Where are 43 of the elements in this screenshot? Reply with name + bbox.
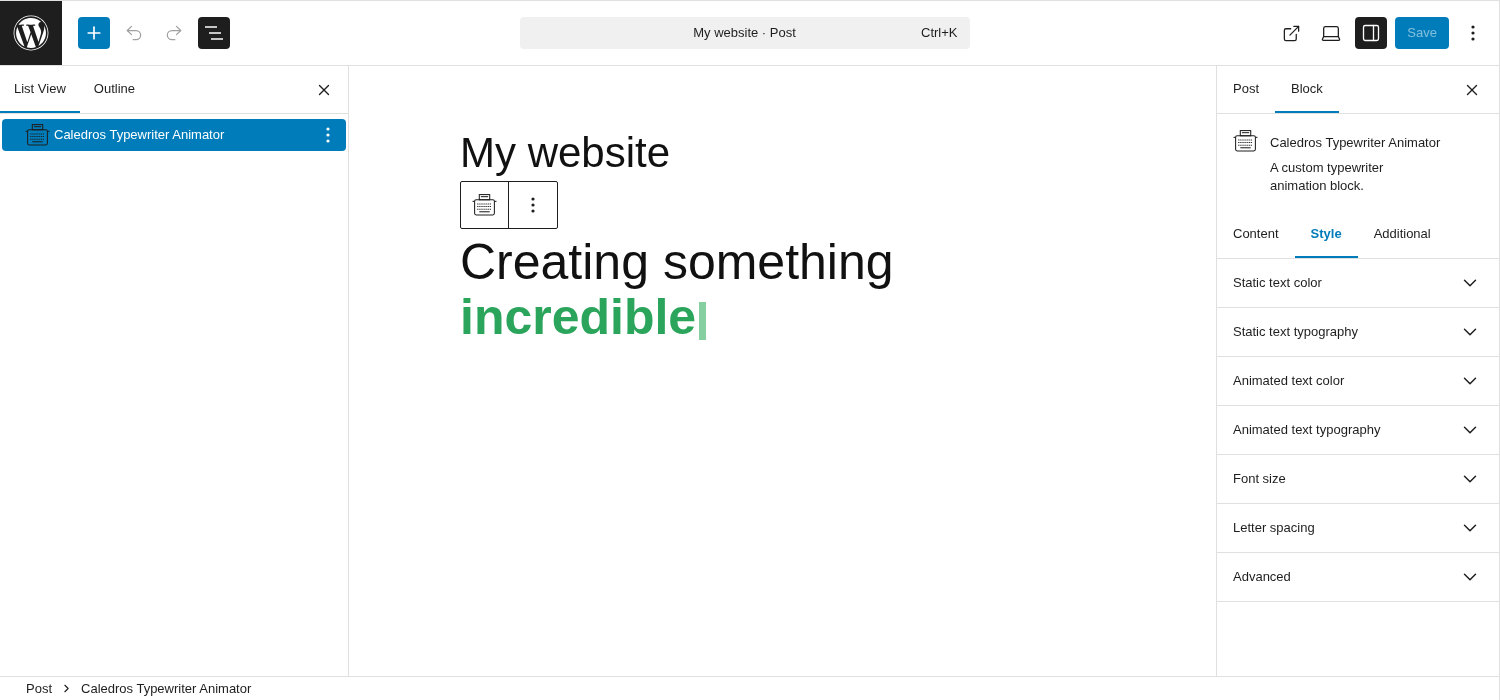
panel-section-toggle[interactable]: Font size: [1217, 455, 1499, 504]
sidebar-tab[interactable]: Block: [1275, 66, 1339, 113]
static-heading-text: Creating something: [460, 235, 894, 290]
shortcut-hint: Ctrl+K: [921, 24, 958, 43]
block-title: Caledros Typewriter Animator: [1270, 134, 1441, 152]
site-logo[interactable]: [0, 1, 62, 65]
panel-section-toggle[interactable]: Animated text typography: [1217, 406, 1499, 455]
panel-section-toggle[interactable]: Static text color: [1217, 259, 1499, 308]
animated-heading-text: incredible: [460, 290, 697, 345]
sidebar-tab[interactable]: Post: [1217, 66, 1275, 113]
logo-icon: [13, 15, 49, 51]
typewriter-icon: [1233, 130, 1258, 152]
block-description: A custom typewriter animation block.: [1270, 159, 1385, 195]
sidebar-panel-icon: [1361, 23, 1382, 43]
command-bar[interactable]: My website · Post Ctrl+K: [519, 17, 970, 49]
inspector-tab[interactable]: Style: [1294, 211, 1358, 258]
breadcrumb-link[interactable]: Post: [24, 678, 54, 699]
list-view-item[interactable]: Caledros Typewriter Animator: [2, 119, 346, 151]
site-title: My website: [460, 128, 671, 178]
panel-tab[interactable]: List View: [0, 66, 80, 113]
panel-section-toggle[interactable]: Static text typography: [1217, 308, 1499, 357]
kebab-menu-icon: [326, 127, 330, 143]
add-block-button[interactable]: [78, 17, 110, 49]
document-overview-button[interactable]: [198, 17, 230, 49]
document-title: My website · Post: [693, 24, 796, 43]
panel-section-toggle[interactable]: Animated text color: [1217, 357, 1499, 406]
typing-cursor-icon: [699, 301, 707, 340]
redo-icon: [164, 23, 184, 43]
breadcrumb-link[interactable]: Caledros Typewriter Animator: [79, 678, 254, 699]
kebab-menu-icon: [1471, 25, 1475, 41]
inspector-tab[interactable]: Content: [1217, 211, 1295, 258]
typewriter-icon: [25, 124, 50, 146]
typewriter-icon: [472, 194, 497, 216]
settings-toggle-button[interactable]: [1355, 17, 1388, 49]
item-label: Caledros Typewriter Animator: [54, 126, 225, 145]
panel-tab[interactable]: Outline: [79, 66, 149, 113]
external-link-icon: [1281, 23, 1301, 43]
inspector-tab[interactable]: Additional: [1357, 211, 1447, 258]
list-lines-icon: [205, 26, 223, 40]
panel-section-toggle[interactable]: Advanced: [1217, 553, 1499, 602]
undo-icon: [124, 23, 144, 43]
panel-section-toggle[interactable]: Letter spacing: [1217, 504, 1499, 553]
kebab-menu-icon: [531, 197, 535, 213]
